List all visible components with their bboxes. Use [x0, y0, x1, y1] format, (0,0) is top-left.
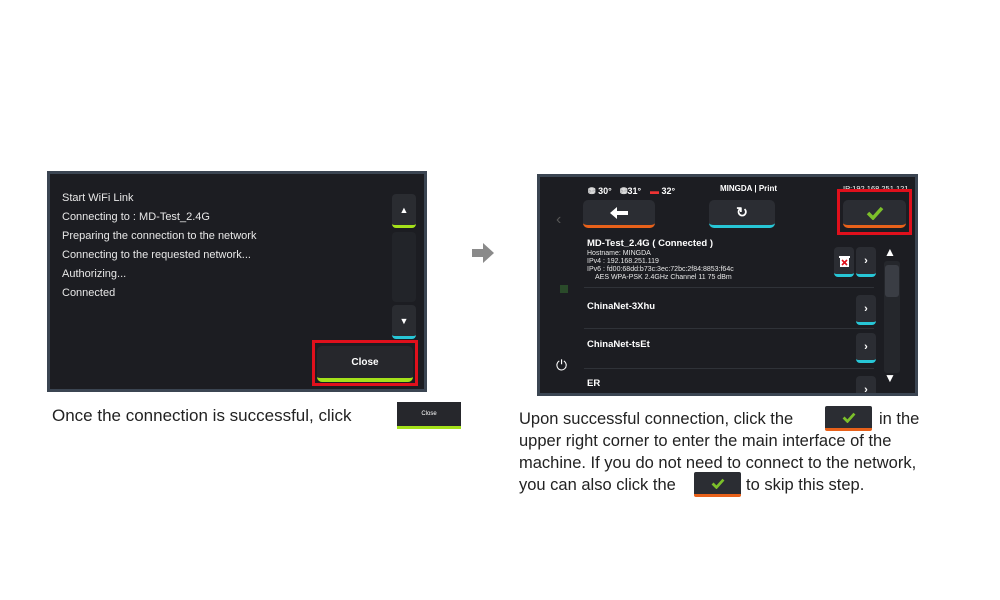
scroll-up-icon[interactable]: ▲: [884, 245, 896, 259]
scroll-track[interactable]: [884, 261, 900, 373]
inline-check-button-image: [694, 472, 741, 497]
right-caption-line1a: Upon successful connection, click the: [519, 410, 794, 428]
scroll-down-button[interactable]: ▼: [392, 305, 416, 339]
network-name[interactable]: ChinaNet-tsEt: [587, 339, 650, 350]
right-caption-line4a: you can also click the: [519, 476, 676, 494]
ipv4-address: IPv4 : 192.168.251.119: [587, 258, 659, 265]
next-arrow-icon: [472, 243, 494, 263]
chevron-right-icon: ›: [864, 254, 868, 267]
chamber-temp: ▬ 32°: [650, 186, 676, 196]
chevron-up-icon: ▲: [399, 204, 409, 215]
divider: [584, 328, 874, 329]
scroll-down-icon[interactable]: ▼: [884, 371, 896, 385]
right-caption-line3: machine. If you do not need to connect t…: [519, 454, 917, 472]
log-line: Preparing the connection to the network: [62, 230, 257, 242]
left-caption: Once the connection is successful, click: [52, 406, 352, 425]
check-icon: [866, 206, 883, 220]
delete-icon: [838, 255, 850, 267]
log-line: Connecting to the requested network...: [62, 249, 251, 261]
scroll-thumb[interactable]: [885, 265, 899, 297]
divider: [584, 287, 874, 288]
refresh-icon: ↻: [736, 204, 748, 220]
scroll-up-button[interactable]: ▲: [392, 194, 416, 228]
hostname: Hostname: MINGDA: [587, 250, 651, 257]
inline-close-button-image: Close: [397, 402, 461, 429]
confirm-button[interactable]: [843, 200, 906, 228]
network-list-screen: ⛃ 30° ⛃31° ▬ 32° MINGDA | Print IP:192.1…: [537, 174, 918, 396]
chevron-right-icon: ›: [864, 383, 868, 396]
inline-check-button-image: [825, 406, 872, 431]
grid-icon: [560, 285, 568, 293]
bed-icon: ⛃: [620, 186, 628, 196]
check-icon: [711, 478, 724, 489]
network-name[interactable]: ChinaNet-3Xhu: [587, 301, 655, 312]
close-button[interactable]: Close: [317, 346, 413, 382]
nozzle-icon: ⛃: [588, 186, 596, 196]
log-line: Connected: [62, 287, 116, 299]
network-detail-button[interactable]: ›: [856, 247, 876, 277]
log-line: Connecting to : MD-Test_2.4G: [62, 211, 210, 223]
ipv6-address: IPv6 : fd00:68dd:b73c:3ec:72bc:2f84:8853…: [587, 266, 734, 273]
wifi-link-screen: Start WiFi Link Connecting to : MD-Test_…: [47, 171, 427, 392]
network-detail-button[interactable]: ›: [856, 295, 876, 325]
back-arrow-icon: [610, 206, 628, 219]
chamber-icon: ▬: [650, 186, 659, 196]
log-line: Start WiFi Link: [62, 192, 134, 204]
network-security-details: AES WPA-PSK 2.4GHz Channel 11 75 dBm: [595, 274, 732, 281]
right-caption-line1b: in the: [879, 410, 920, 428]
right-caption-line4b: to skip this step.: [746, 476, 865, 494]
right-caption-line2: upper right corner to enter the main int…: [519, 432, 892, 450]
chevron-right-icon: ›: [864, 302, 868, 315]
check-icon: [842, 412, 855, 423]
log-line: Authorizing...: [62, 268, 127, 280]
power-icon[interactable]: ⏻: [556, 357, 567, 374]
nozzle-temp: ⛃ 30°: [588, 186, 612, 196]
bed-temp: ⛃31°: [620, 186, 642, 196]
scroll-track[interactable]: [392, 232, 416, 302]
network-detail-button[interactable]: ›: [856, 376, 876, 396]
refresh-button[interactable]: ↻: [709, 200, 775, 228]
chevron-right-icon: ›: [864, 340, 868, 353]
network-detail-button[interactable]: ›: [856, 333, 876, 363]
forget-network-button[interactable]: [834, 247, 854, 277]
left-chevron-icon[interactable]: ‹: [556, 211, 561, 229]
network-name[interactable]: ER: [587, 378, 600, 389]
chevron-down-icon: ▼: [399, 315, 409, 326]
back-button[interactable]: [583, 200, 655, 228]
connected-network-name: MD-Test_2.4G ( Connected ): [587, 238, 713, 249]
divider: [584, 368, 874, 369]
app-title: MINGDA | Print: [720, 184, 778, 193]
